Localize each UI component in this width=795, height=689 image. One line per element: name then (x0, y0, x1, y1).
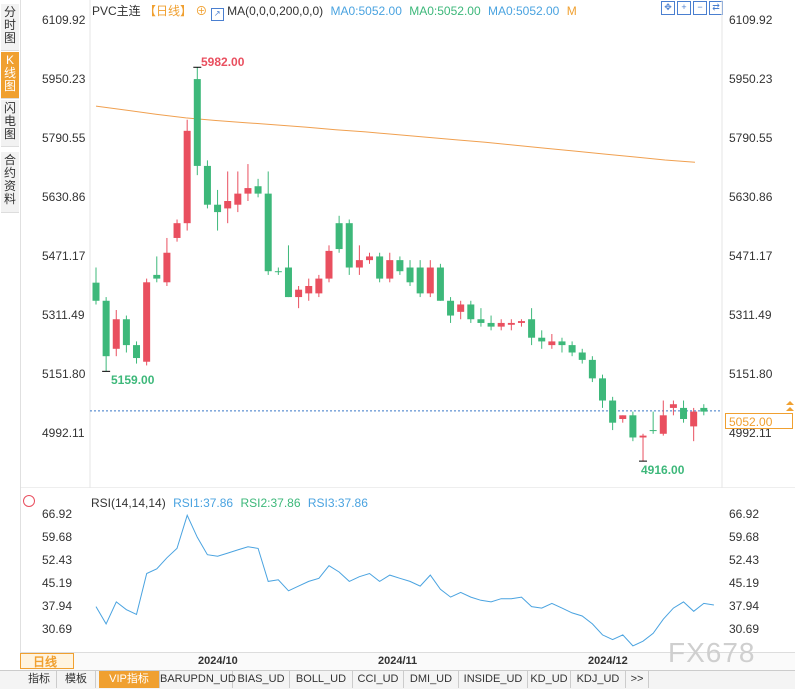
candlestick-chart[interactable] (0, 0, 795, 488)
candle-body[interactable] (659, 415, 667, 434)
candle-body[interactable] (163, 252, 171, 283)
candle-body[interactable] (690, 411, 698, 427)
low-annotation-right: 4916.00 (641, 463, 685, 477)
candle-body[interactable] (406, 267, 414, 283)
candle-body[interactable] (538, 337, 546, 342)
candle-body[interactable] (143, 282, 151, 362)
low-annotation-left: 5159.00 (111, 373, 155, 387)
candle-body[interactable] (507, 322, 515, 325)
candle-body[interactable] (335, 223, 343, 250)
date-label: 2024/10 (198, 655, 238, 667)
candle-body[interactable] (548, 341, 556, 346)
candle-body[interactable] (578, 352, 586, 360)
candle-body[interactable] (122, 319, 130, 346)
date-label: 2024/11 (378, 655, 418, 667)
tab-kdj[interactable]: KDJ_UD (571, 671, 626, 688)
candle-body[interactable] (355, 260, 363, 268)
candle-body[interactable] (214, 204, 222, 213)
more-tabs-button[interactable]: >> (626, 671, 649, 688)
candle-body[interactable] (234, 193, 242, 205)
candle-body[interactable] (680, 407, 688, 420)
candle-body[interactable] (700, 407, 708, 412)
candle-body[interactable] (639, 435, 647, 438)
candle-body[interactable] (315, 278, 323, 294)
candle-body[interactable] (669, 404, 677, 408)
tab-vip-indicators[interactable]: VIP指标 (99, 671, 160, 688)
candle-body[interactable] (274, 271, 282, 273)
candle-body[interactable] (264, 193, 272, 272)
candle-body[interactable] (133, 345, 141, 359)
tab-bias[interactable]: BIAS_UD (233, 671, 290, 688)
candle-body[interactable] (599, 378, 606, 401)
candle-body[interactable] (173, 223, 181, 238)
candle-body[interactable] (497, 322, 505, 327)
tab-templates[interactable]: 模板 (57, 671, 96, 688)
daily-period-button[interactable]: 日线 (20, 653, 74, 669)
current-price-tag: 5052.00 (725, 413, 793, 429)
candle-body[interactable] (295, 289, 303, 298)
tab-barupdn[interactable]: BARUPDN_UD (160, 671, 236, 688)
candle-body[interactable] (92, 282, 100, 301)
candle-body[interactable] (284, 267, 292, 298)
candle-body[interactable] (467, 304, 475, 320)
candle-body[interactable] (325, 250, 333, 279)
rsi1-line (95, 513, 714, 647)
candle-body[interactable] (102, 300, 110, 357)
price-arrow-icon (786, 401, 794, 411)
candle-body[interactable] (112, 319, 120, 349)
tab-indicators[interactable]: 指标 (22, 671, 57, 688)
watermark-logo: FX678 (668, 637, 756, 668)
candle-body[interactable] (244, 188, 252, 194)
candle-body[interactable] (609, 400, 617, 423)
candle-body[interactable] (588, 359, 596, 379)
candle-body[interactable] (558, 341, 566, 346)
candle-body[interactable] (366, 256, 374, 261)
candle-body[interactable] (396, 260, 404, 272)
high-annotation: 5982.00 (201, 55, 245, 69)
candle-body[interactable] (436, 267, 444, 301)
candle-body[interactable] (568, 345, 576, 353)
candle-body[interactable] (487, 322, 495, 327)
tab-inside[interactable]: INSIDE_UD (459, 671, 528, 688)
candle-body[interactable] (345, 223, 353, 268)
candle-body[interactable] (183, 130, 191, 224)
tab-boll[interactable]: BOLL_UD (290, 671, 353, 688)
candle-body[interactable] (447, 300, 455, 316)
candle-body[interactable] (386, 260, 394, 279)
candle-body[interactable] (193, 79, 201, 166)
tab-cci[interactable]: CCI_UD (353, 671, 404, 688)
rsi-chart[interactable] (0, 500, 795, 650)
candle-body[interactable] (305, 285, 313, 294)
date-label: 2024/12 (588, 655, 628, 667)
candle-body[interactable] (629, 415, 637, 438)
tab-dmi[interactable]: DMI_UD (404, 671, 459, 688)
tab-kd[interactable]: KD_UD (528, 671, 571, 688)
candle-body[interactable] (517, 321, 525, 323)
candle-body[interactable] (224, 201, 232, 209)
candle-body[interactable] (426, 267, 434, 294)
candle-body[interactable] (619, 415, 627, 420)
candle-body[interactable] (153, 274, 161, 279)
candle-body[interactable] (528, 319, 536, 338)
candle-body[interactable] (457, 304, 465, 312)
candle-body[interactable] (416, 267, 424, 294)
candle-body[interactable] (477, 319, 485, 323)
candle-body[interactable] (203, 165, 211, 205)
candle-body[interactable] (649, 430, 657, 432)
candle-body[interactable] (254, 186, 262, 194)
candle-body[interactable] (376, 256, 384, 279)
